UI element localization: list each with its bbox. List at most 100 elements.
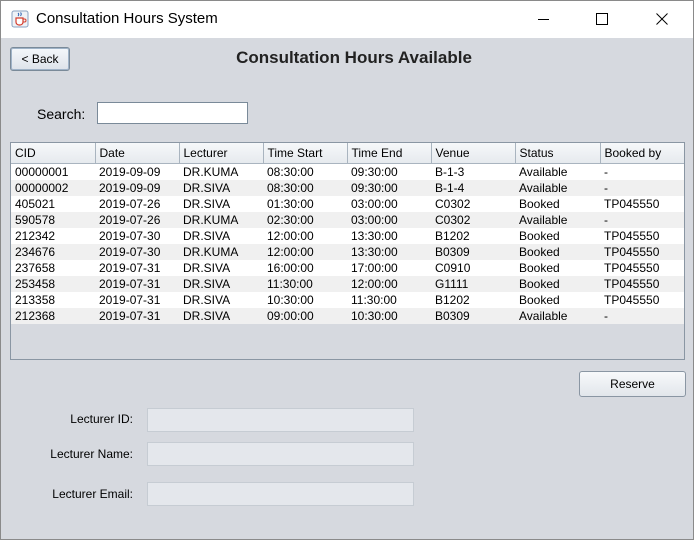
cell-time-end: 10:30:00	[347, 307, 431, 324]
cell-time-start: 01:30:00	[263, 195, 347, 212]
cell-booked-by: TP045550	[600, 227, 684, 244]
cell-cid: 212368	[11, 307, 95, 324]
lecturer-id-field	[147, 408, 414, 432]
cell-time-end: 13:30:00	[347, 243, 431, 260]
content-panel: < Back Consultation Hours Available Sear…	[1, 38, 693, 539]
table-row[interactable]: 212368 2019-07-31 DR.SIVA 09:00:00 10:30:00 B…	[11, 307, 684, 324]
cell-time-end: 03:00:00	[347, 211, 431, 228]
cell-booked-by: -	[600, 211, 684, 228]
cell-status: Booked	[515, 259, 600, 276]
table-row[interactable]: 213358 2019-07-31 DR.SIVA 10:30:00 11:30:00 B…	[11, 291, 684, 308]
cell-status: Available	[515, 179, 600, 196]
cell-cid: 237658	[11, 259, 95, 276]
cell-lecturer: DR.SIVA	[179, 307, 263, 324]
search-label: Search:	[37, 106, 86, 122]
cell-lecturer: DR.SIVA	[179, 195, 263, 212]
cell-date: 2019-07-26	[95, 195, 179, 212]
cell-cid: 234676	[11, 243, 95, 260]
cell-status: Booked	[515, 291, 600, 308]
cell-cid: 212342	[11, 227, 95, 244]
title-bar[interactable]: Consultation Hours System	[1, 1, 693, 38]
cell-venue: B-1-4	[431, 179, 515, 196]
cell-booked-by: TP045550	[600, 291, 684, 308]
minimize-button[interactable]	[521, 1, 567, 38]
cell-date: 2019-07-31	[95, 291, 179, 308]
cell-cid: 213358	[11, 291, 95, 308]
column-header-status[interactable]: Status	[515, 143, 601, 164]
column-header-date[interactable]: Date	[95, 143, 180, 164]
column-header-time-end[interactable]: Time End	[347, 143, 432, 164]
cell-venue: B0309	[431, 307, 515, 324]
cell-booked-by: -	[600, 163, 684, 180]
java-cup-icon	[11, 10, 29, 28]
cell-booked-by: TP045550	[600, 243, 684, 260]
cell-lecturer: DR.KUMA	[179, 211, 263, 228]
lecturer-name-label: Lecturer Name:	[50, 447, 133, 461]
table-row[interactable]: 253458 2019-07-31 DR.SIVA 11:30:00 12:00:00 G…	[11, 275, 684, 292]
cell-time-start: 12:00:00	[263, 227, 347, 244]
cell-venue: B1202	[431, 291, 515, 308]
table-row[interactable]: 212342 2019-07-30 DR.SIVA 12:00:00 13:30:00 B…	[11, 227, 684, 244]
cell-cid: 253458	[11, 275, 95, 292]
cell-venue: B1202	[431, 227, 515, 244]
cell-date: 2019-07-31	[95, 307, 179, 324]
cell-cid: 00000001	[11, 163, 95, 180]
close-icon	[656, 13, 668, 25]
cell-booked-by: TP045550	[600, 275, 684, 292]
cell-time-start: 02:30:00	[263, 211, 347, 228]
cell-date: 2019-07-31	[95, 275, 179, 292]
lecturer-id-label: Lecturer ID:	[70, 412, 133, 426]
cell-venue: C0302	[431, 195, 515, 212]
cell-time-start: 08:30:00	[263, 163, 347, 180]
table-row[interactable]: 00000002 2019-09-09 DR.SIVA 08:30:00 09:30:0…	[11, 179, 684, 196]
maximize-button[interactable]	[579, 1, 625, 38]
cell-date: 2019-07-31	[95, 259, 179, 276]
cell-status: Booked	[515, 243, 600, 260]
column-header-time-start[interactable]: Time Start	[263, 143, 348, 164]
cell-venue: C0302	[431, 211, 515, 228]
cell-booked-by: TP045550	[600, 259, 684, 276]
table-row[interactable]: 234676 2019-07-30 DR.KUMA 12:00:00 13:30:00 B…	[11, 243, 684, 260]
cell-cid: 590578	[11, 211, 95, 228]
table-row[interactable]: 237658 2019-07-31 DR.SIVA 16:00:00 17:00:00 C…	[11, 259, 684, 276]
minimize-icon	[538, 19, 549, 20]
column-header-booked-by[interactable]: Booked by	[600, 143, 684, 164]
cell-status: Booked	[515, 227, 600, 244]
cell-time-end: 17:00:00	[347, 259, 431, 276]
cell-time-end: 03:00:00	[347, 195, 431, 212]
cell-cid: 00000002	[11, 179, 95, 196]
cell-lecturer: DR.SIVA	[179, 291, 263, 308]
cell-status: Available	[515, 163, 600, 180]
cell-lecturer: DR.SIVA	[179, 259, 263, 276]
cell-status: Available	[515, 211, 600, 228]
column-header-venue[interactable]: Venue	[431, 143, 516, 164]
cell-booked-by: -	[600, 307, 684, 324]
cell-date: 2019-09-09	[95, 179, 179, 196]
page-title: Consultation Hours Available	[236, 48, 472, 67]
reserve-button[interactable]: Reserve	[579, 371, 686, 397]
lecturer-email-label: Lecturer Email:	[52, 487, 133, 501]
cell-status: Available	[515, 307, 600, 324]
cell-lecturer: DR.SIVA	[179, 275, 263, 292]
table-row[interactable]: 405021 2019-07-26 DR.SIVA 01:30:00 03:00:00 C…	[11, 195, 684, 212]
consultation-table[interactable]: CID Date Lecturer Time Start Time End Ve…	[10, 142, 685, 360]
cell-venue: C0910	[431, 259, 515, 276]
cell-date: 2019-09-09	[95, 163, 179, 180]
column-header-cid[interactable]: CID	[11, 143, 96, 164]
cell-time-end: 09:30:00	[347, 163, 431, 180]
column-header-lecturer[interactable]: Lecturer	[179, 143, 264, 164]
close-button[interactable]	[639, 1, 685, 38]
cell-time-start: 09:00:00	[263, 307, 347, 324]
cell-lecturer: DR.KUMA	[179, 243, 263, 260]
table-row[interactable]: 590578 2019-07-26 DR.KUMA 02:30:00 03:00:00 C…	[11, 211, 684, 228]
cell-time-start: 11:30:00	[263, 275, 347, 292]
lecturer-email-field	[147, 482, 414, 506]
maximize-icon	[596, 13, 608, 25]
lecturer-name-field	[147, 442, 414, 466]
app-window: Consultation Hours System < Back Consult…	[0, 0, 694, 540]
cell-date: 2019-07-26	[95, 211, 179, 228]
search-input[interactable]	[97, 102, 248, 124]
cell-date: 2019-07-30	[95, 243, 179, 260]
cell-time-end: 09:30:00	[347, 179, 431, 196]
table-row[interactable]: 00000001 2019-09-09 DR.KUMA 08:30:00 09:30:0…	[11, 163, 684, 180]
